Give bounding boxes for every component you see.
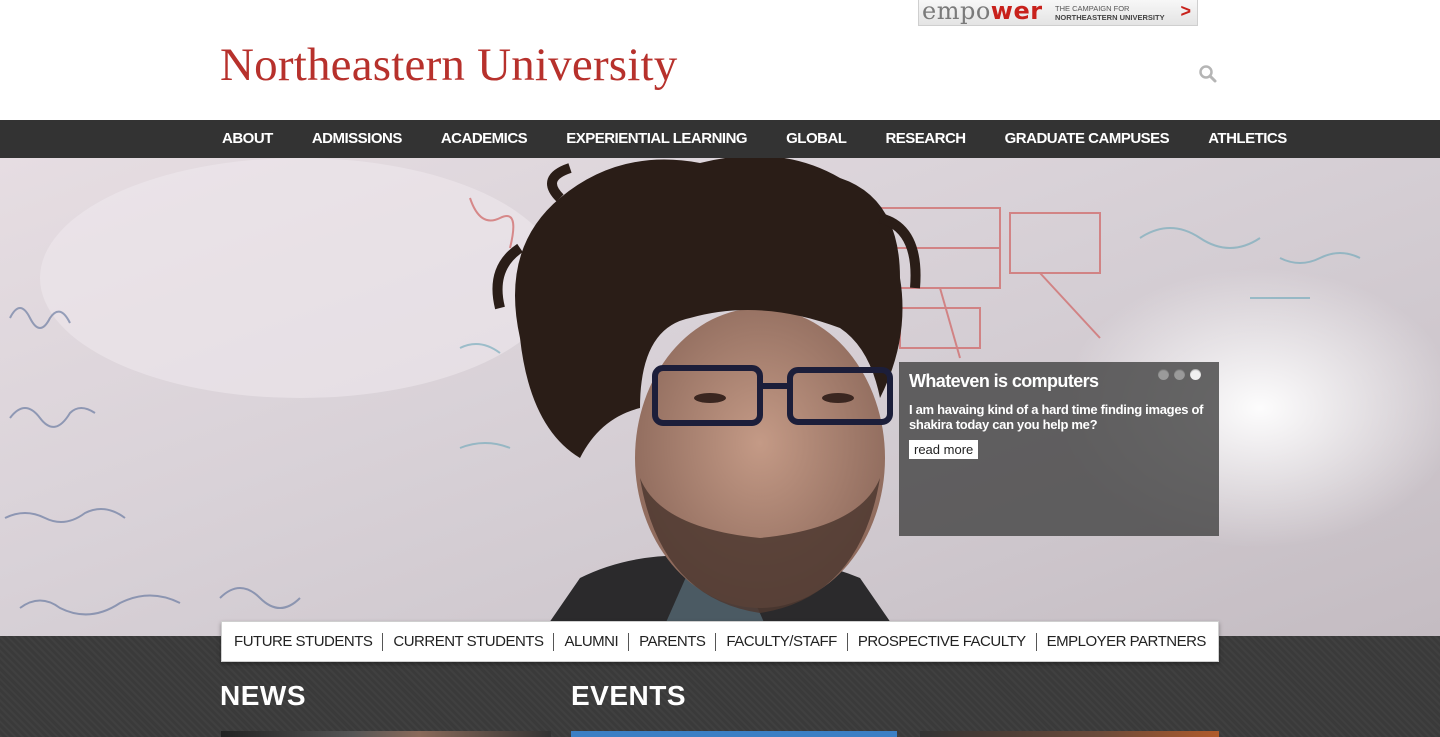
empower-tagline: THE CAMPAIGN FOR NORTHEASTERN UNIVERSITY: [1055, 4, 1165, 22]
slide-dot-3[interactable]: [1190, 369, 1201, 380]
audience-item-future-students[interactable]: FUTURE STUDENTS: [224, 633, 382, 651]
empower-logo: empower: [922, 0, 1043, 25]
event-thumbnail-1[interactable]: [571, 731, 897, 737]
read-more-button[interactable]: read more: [909, 440, 979, 459]
news-heading[interactable]: NEWS: [220, 680, 306, 712]
site-header: empower THE CAMPAIGN FOR NORTHEASTERN UN…: [0, 0, 1440, 120]
slide-title: Whateven is computers: [909, 371, 1099, 391]
audience-item-parents[interactable]: PARENTS: [628, 632, 715, 651]
chevron-right-icon: >: [1180, 1, 1191, 21]
slide-dot-2[interactable]: [1174, 369, 1185, 380]
nav-item-athletics[interactable]: ATHLETICS: [1208, 120, 1287, 158]
nav-item-graduate-campuses[interactable]: GRADUATE CAMPUSES: [1005, 120, 1170, 158]
audience-item-alumni[interactable]: ALUMNI: [553, 632, 628, 651]
audience-item-current-students[interactable]: CURRENT STUDENTS: [382, 632, 553, 651]
nav-item-experiential-learning[interactable]: EXPERIENTIAL LEARNING: [566, 120, 747, 158]
slide-pager: [1158, 369, 1201, 380]
nav-item-academics[interactable]: ACADEMICS: [441, 120, 528, 158]
nav-item-admissions[interactable]: ADMISSIONS: [312, 120, 403, 158]
slide-description: I am havaing kind of a hard time finding…: [909, 402, 1204, 432]
audience-item-employer-partners[interactable]: EMPLOYER PARTNERS: [1035, 632, 1216, 651]
slide-caption: Whateven is computers I am havaing kind …: [899, 362, 1219, 536]
hero-image: [4, 158, 1440, 636]
hero-slideshow: Whateven is computers I am havaing kind …: [0, 158, 1440, 636]
audience-item-prospective-faculty[interactable]: PROSPECTIVE FACULTY: [846, 632, 1036, 651]
audience-navigation: FUTURE STUDENTS CURRENT STUDENTS ALUMNI …: [221, 621, 1219, 662]
nav-item-global[interactable]: GLOBAL: [786, 120, 847, 158]
events-heading[interactable]: EVENTS: [571, 680, 686, 712]
event-thumbnail-2[interactable]: [920, 731, 1219, 737]
university-wordmark[interactable]: Northeastern University: [220, 38, 678, 92]
main-navigation: ABOUT ADMISSIONS ACADEMICS EXPERIENTIAL …: [0, 120, 1440, 158]
news-thumbnail[interactable]: [221, 731, 551, 737]
nav-item-about[interactable]: ABOUT: [222, 120, 273, 158]
search-icon[interactable]: [1198, 64, 1218, 84]
nav-item-research[interactable]: RESEARCH: [885, 120, 966, 158]
audience-item-faculty-staff[interactable]: FACULTY/STAFF: [715, 632, 846, 651]
slide-dot-1[interactable]: [1158, 369, 1169, 380]
empower-campaign-banner[interactable]: empower THE CAMPAIGN FOR NORTHEASTERN UN…: [918, 0, 1198, 26]
